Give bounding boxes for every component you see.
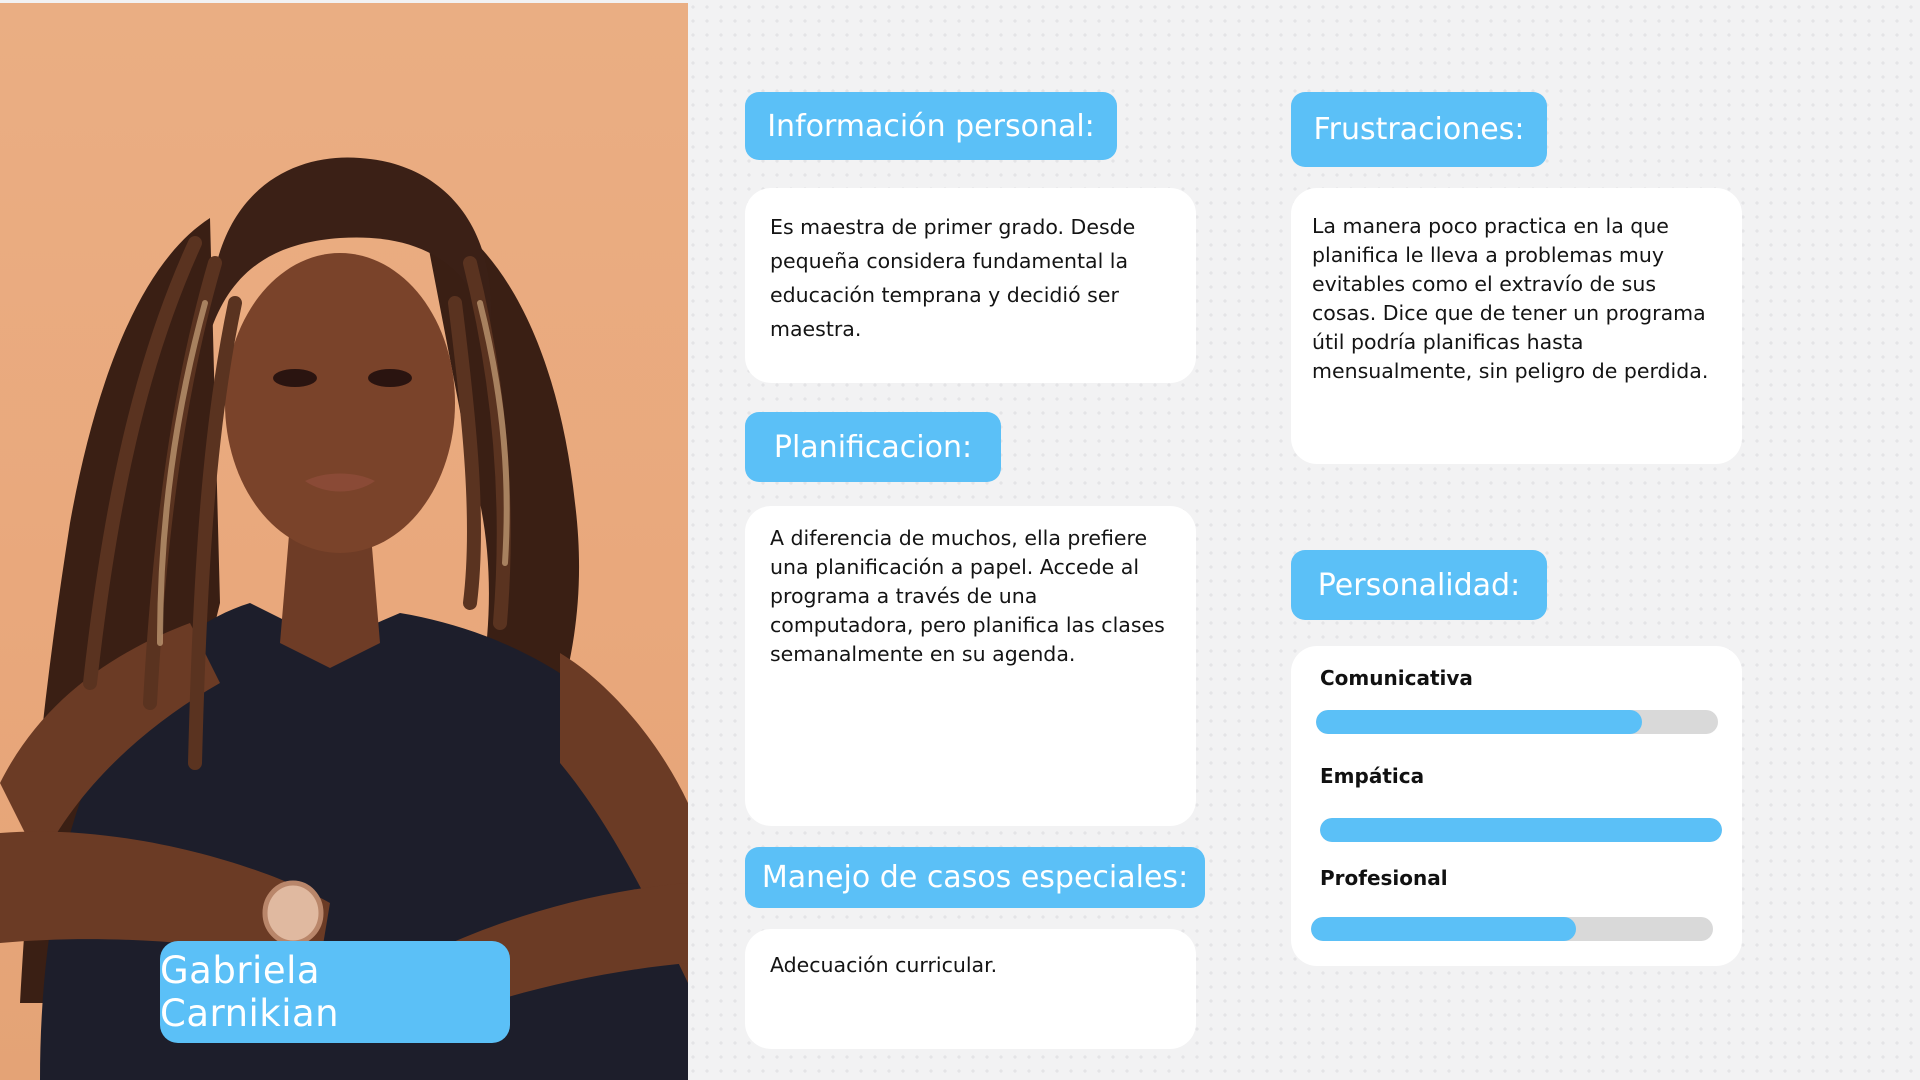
- trait-bar-empathetic: [1320, 818, 1722, 842]
- persona-name-badge: Gabriela Carnikian: [160, 941, 510, 1043]
- frustrations-text: La manera poco practica en la que planif…: [1312, 214, 1709, 383]
- trait-label-empathetic: Empática: [1320, 764, 1425, 788]
- persona-portrait-illustration: [0, 157, 688, 1080]
- section-title-special-cases: Manejo de casos especiales:: [745, 847, 1205, 908]
- persona-photo: Gabriela Carnikian: [0, 3, 688, 1080]
- trait-bar-communicative: [1316, 710, 1718, 734]
- section-title-personal-info: Información personal:: [745, 92, 1117, 160]
- section-title-planning: Planificacion:: [745, 412, 1001, 482]
- planning-text: A diferencia de muchos, ella prefiere un…: [770, 526, 1165, 666]
- card-planning: A diferencia de muchos, ella prefiere un…: [745, 506, 1196, 826]
- card-special-cases: Adecuación curricular.: [745, 929, 1196, 1049]
- trait-bar-fill-professional: [1311, 917, 1577, 941]
- card-personality: Comunicativa Empática Profesional: [1291, 646, 1742, 966]
- trait-label-professional: Profesional: [1320, 866, 1448, 890]
- special-cases-text: Adecuación curricular.: [770, 953, 998, 977]
- trait-bar-fill-communicative: [1316, 710, 1642, 734]
- trait-label-communicative: Comunicativa: [1320, 666, 1473, 690]
- card-personal-info: Es maestra de primer grado. Desde pequeñ…: [745, 188, 1196, 383]
- trait-bar-fill-empathetic: [1320, 818, 1722, 842]
- trait-bar-professional: [1311, 917, 1713, 941]
- section-title-personality: Personalidad:: [1291, 550, 1547, 620]
- section-title-frustrations: Frustraciones:: [1291, 92, 1547, 167]
- card-frustrations: La manera poco practica en la que planif…: [1291, 188, 1742, 464]
- personal-info-text: Es maestra de primer grado. Desde pequeñ…: [770, 215, 1136, 341]
